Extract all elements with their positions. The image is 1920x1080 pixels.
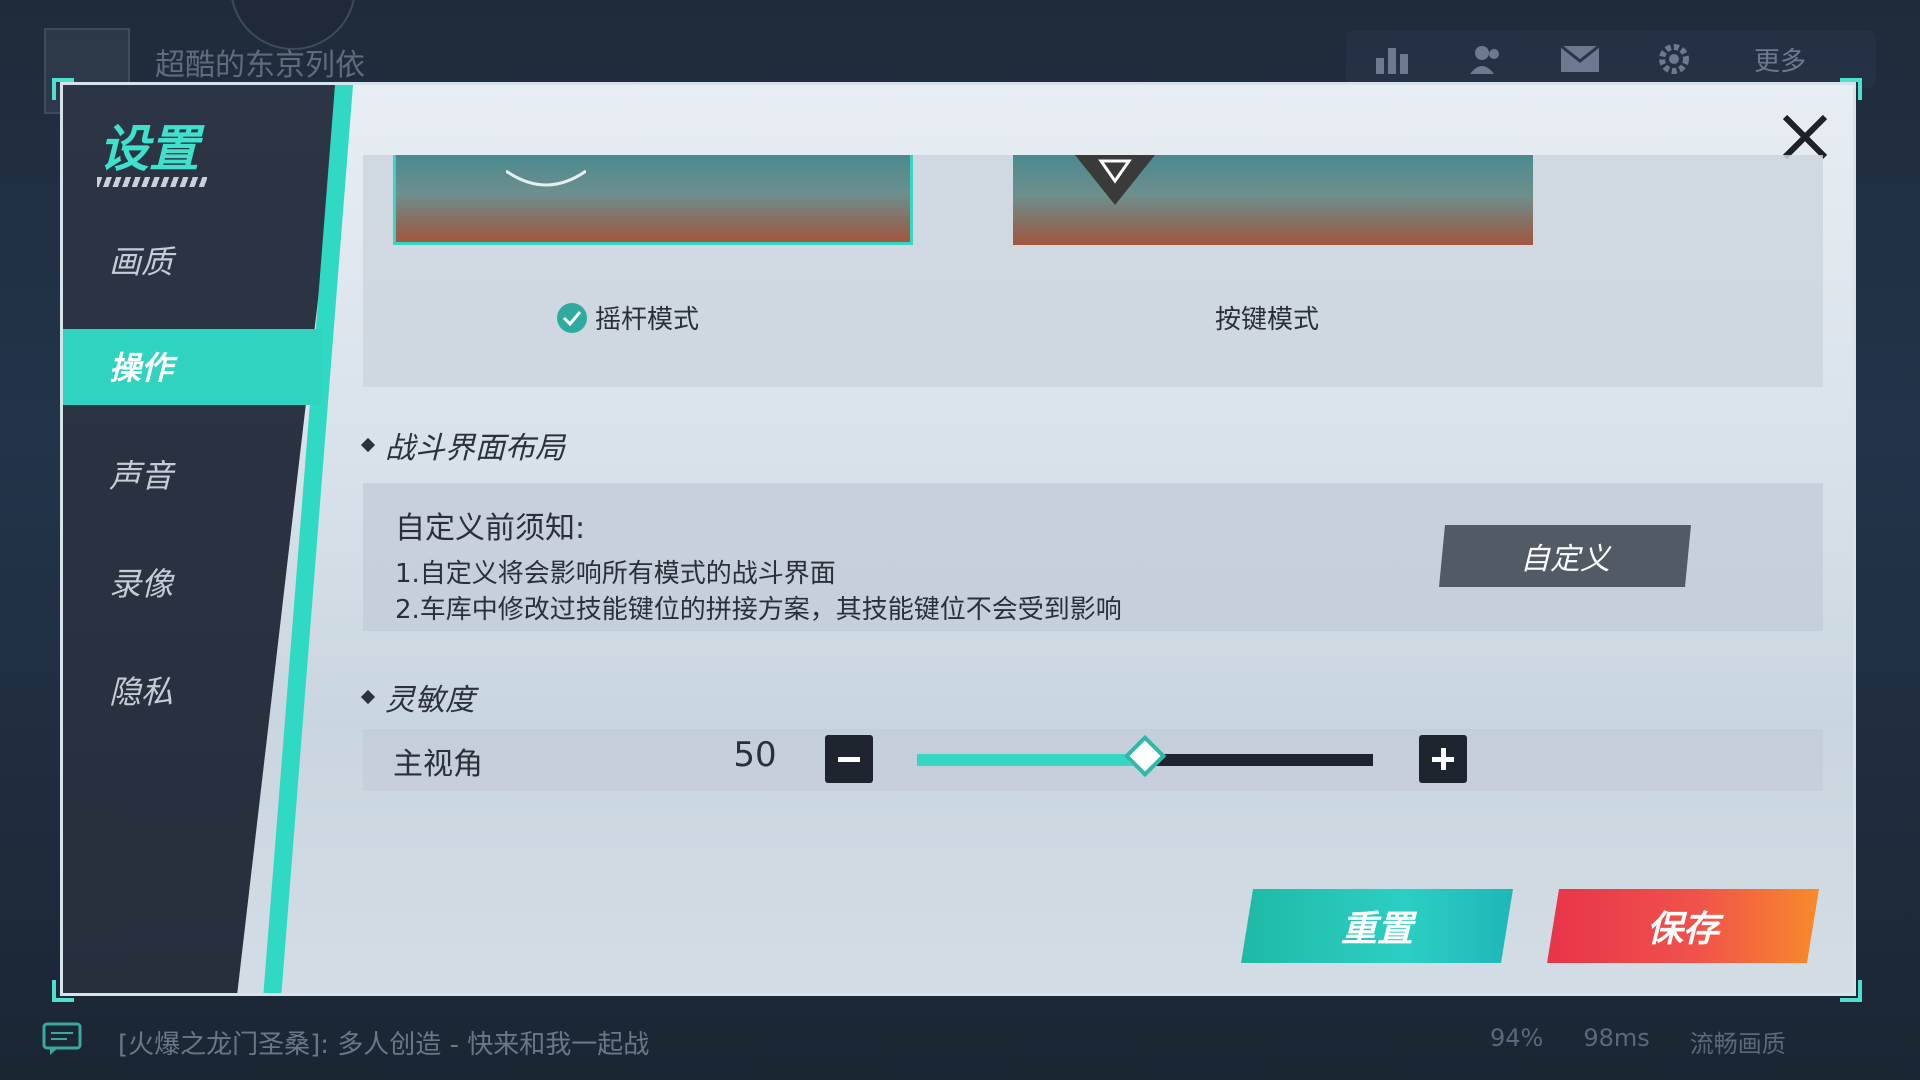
reset-button[interactable]: 重置: [1241, 889, 1513, 963]
minus-icon: [838, 757, 860, 762]
save-button[interactable]: 保存: [1547, 889, 1819, 963]
bullet-icon: [360, 437, 376, 453]
ping-status: 98ms: [1583, 1024, 1650, 1052]
layout-section-title: 战斗界面布局: [360, 423, 565, 467]
button-mode-option[interactable]: 按键模式: [1215, 299, 1319, 336]
chat-message: [火爆之龙门圣桑]: 多人创造 - 快来和我一起战: [118, 1030, 650, 1060]
title-decoration: [97, 177, 207, 187]
frame-corner: [52, 980, 74, 1002]
sidebar-item-quality[interactable]: 画质: [109, 237, 173, 283]
sidebar-item-privacy[interactable]: 隐私: [109, 667, 173, 713]
main-view-value: 50: [733, 735, 777, 775]
player-name: 超酷的东京列依: [155, 48, 365, 83]
notice-line-2: 2.车库中修改过技能键位的拼接方案，其技能键位不会受到影响: [395, 595, 1122, 625]
button-preview-icon: [1075, 155, 1155, 205]
sensitivity-section-label: 灵敏度: [385, 683, 475, 718]
mail-icon: [1556, 39, 1604, 79]
button-mode-preview[interactable]: [1013, 155, 1533, 245]
sidebar-item-sound[interactable]: 声音: [109, 451, 173, 497]
slider-fill: [917, 754, 1145, 766]
frame-corner: [52, 78, 74, 100]
layout-section-label: 战斗界面布局: [385, 431, 565, 466]
decrease-button[interactable]: [825, 735, 873, 783]
checkmark-icon: [557, 302, 587, 333]
joystick-mode-option[interactable]: 摇杆模式: [557, 299, 699, 336]
page-title: 设置: [99, 120, 199, 178]
customize-button[interactable]: 自定义: [1439, 525, 1691, 587]
status-area: 94% 98ms 流畅画质: [1490, 1024, 1786, 1059]
battery-status: 94%: [1490, 1024, 1544, 1052]
chat-icon: [42, 1022, 82, 1056]
friends-icon: [1462, 39, 1510, 79]
bullet-icon: [360, 689, 376, 705]
sensitivity-section-title: 灵敏度: [360, 675, 475, 719]
main-view-label: 主视角: [393, 747, 483, 782]
sidebar-item-controls[interactable]: 操作: [109, 343, 173, 389]
active-nav-highlight: [63, 329, 321, 405]
increase-button[interactable]: [1419, 735, 1467, 783]
frame-corner: [1840, 78, 1862, 100]
more-menu: 更多: [1754, 46, 1807, 77]
plus-icon: [1432, 748, 1454, 770]
joystick-mode-preview[interactable]: [393, 155, 913, 245]
top-toolbar: 更多: [1346, 30, 1876, 88]
button-mode-label: 按键模式: [1215, 305, 1320, 335]
sidebar-item-recording[interactable]: 录像: [109, 559, 173, 605]
notice-title: 自定义前须知:: [395, 511, 586, 546]
frame-corner: [1840, 980, 1862, 1002]
settings-dialog: 设置 画质 操作 声音 录像 隐私 摇杆模式 按键模式 战斗界面布局 自定义前须…: [60, 82, 1856, 996]
notice-line-1: 1.自定义将会影响所有模式的战斗界面: [395, 559, 836, 589]
gear-icon: [1650, 39, 1698, 79]
joystick-mode-label: 摇杆模式: [595, 305, 700, 335]
quality-status: 流畅画质: [1689, 1030, 1786, 1058]
joystick-preview-icon: [506, 169, 586, 187]
leaderboard-icon: [1368, 39, 1416, 79]
